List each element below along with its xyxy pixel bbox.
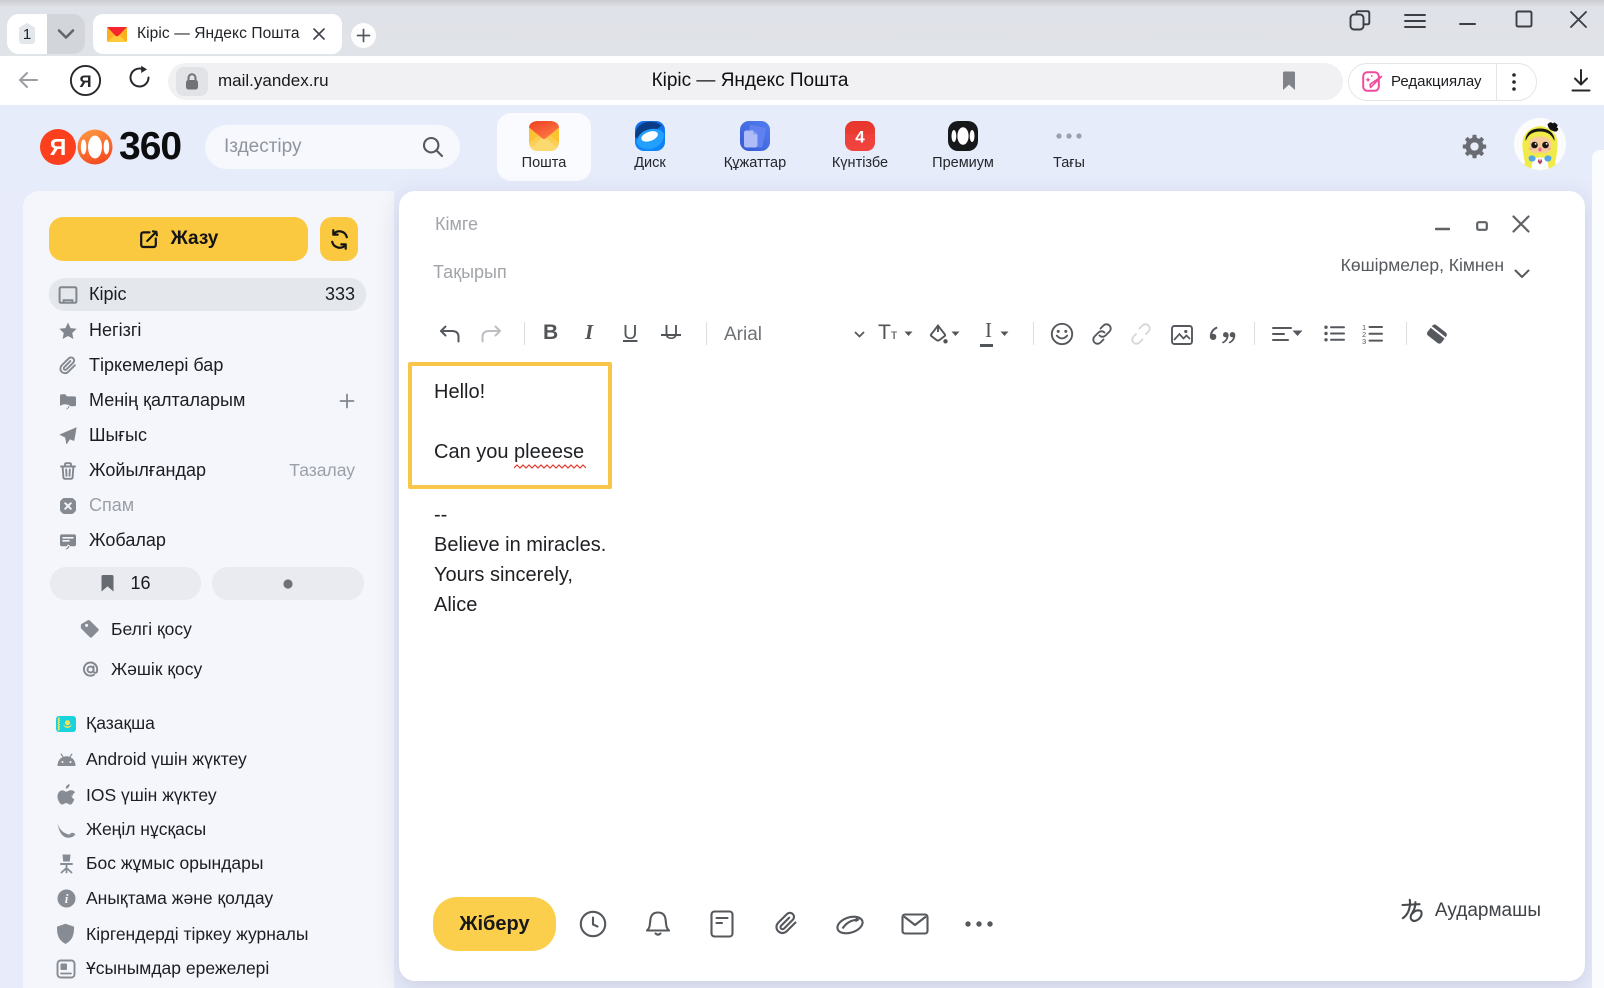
svg-text:4: 4 — [855, 128, 865, 147]
svg-text:Я: Я — [50, 134, 67, 160]
svg-text:i: i — [65, 891, 69, 906]
svg-text:1: 1 — [23, 26, 31, 43]
svg-text:3: 3 — [1362, 337, 1366, 344]
